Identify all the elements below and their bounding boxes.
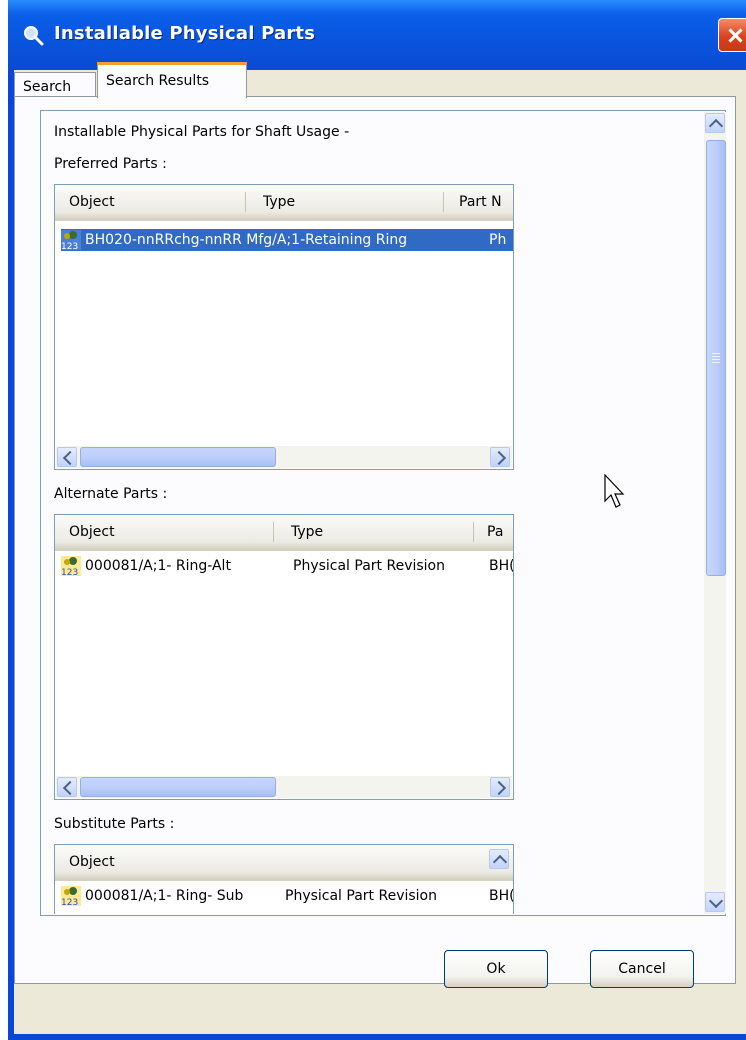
- object-cell: 000081/A;1- Ring-Alt: [85, 558, 231, 574]
- substitute-parts-table: Object 123 000081/A;1- Ring- Sub Physica…: [54, 844, 514, 914]
- horizontal-scrollbar[interactable]: [56, 776, 512, 798]
- table-row[interactable]: 123 000081/A;1- Ring-Alt Physical Part R…: [61, 555, 513, 577]
- type-cell: Physical Part Revision: [293, 558, 445, 574]
- tab-search[interactable]: Search: [14, 72, 96, 99]
- part-number-cell: BH(: [489, 558, 514, 574]
- alternate-parts-table: Object Type Pa 123 000081/A;1- Ring-Alt …: [54, 514, 514, 800]
- preferred-parts-table: Object Type Part N 123 BH020-nnRRchg-nnR…: [54, 184, 514, 470]
- object-cell: BH020-nnRRchg-nnRR Mfg/A;1-Retaining Rin…: [85, 232, 408, 248]
- scroll-down-button[interactable]: [705, 892, 725, 912]
- preferred-parts-label: Preferred Parts :: [54, 156, 167, 172]
- column-type[interactable]: Type: [291, 524, 323, 540]
- type-cell: Physical Part Revision: [285, 888, 437, 904]
- horizontal-scrollbar[interactable]: [56, 446, 512, 468]
- table-row[interactable]: 123 000081/A;1- Ring- Sub Physical Part …: [61, 885, 513, 907]
- cancel-button[interactable]: Cancel: [590, 950, 694, 988]
- scroll-up-button[interactable]: [489, 849, 509, 869]
- table-row[interactable]: 123 BH020-nnRRchg-nnRR Mfg/A;1-Retaining…: [61, 229, 513, 251]
- object-cell: 000081/A;1- Ring- Sub: [85, 888, 244, 904]
- horizontal-scroll-thumb[interactable]: [80, 447, 276, 467]
- scroll-up-button[interactable]: [705, 113, 725, 133]
- mouse-cursor-icon: [604, 474, 625, 508]
- column-object[interactable]: Object: [69, 854, 115, 870]
- scroll-left-button[interactable]: [57, 447, 77, 467]
- scroll-left-button[interactable]: [57, 777, 77, 797]
- alternate-parts-label: Alternate Parts :: [54, 486, 168, 502]
- svg-text:123: 123: [61, 898, 78, 906]
- title-bar[interactable]: Installable Physical Parts: [8, 0, 746, 70]
- table-header: Object Type Pa: [55, 515, 513, 551]
- ok-button[interactable]: Ok: [444, 950, 548, 988]
- column-object[interactable]: Object: [69, 194, 115, 210]
- tab-search-results[interactable]: Search Results: [97, 62, 247, 98]
- column-object[interactable]: Object: [69, 524, 115, 540]
- close-icon[interactable]: [718, 18, 746, 52]
- results-heading: Installable Physical Parts for Shaft Usa…: [54, 124, 350, 140]
- window-title: Installable Physical Parts: [54, 23, 316, 44]
- scroll-right-button[interactable]: [490, 447, 510, 467]
- svg-text:123: 123: [61, 568, 78, 576]
- part-number-cell: Ph: [489, 232, 507, 248]
- substitute-parts-label: Substitute Parts :: [54, 816, 175, 832]
- column-part-number[interactable]: Part N: [459, 194, 502, 210]
- table-header: Object: [55, 845, 513, 881]
- horizontal-scroll-thumb[interactable]: [80, 777, 276, 797]
- svg-text:123: 123: [61, 242, 78, 250]
- table-header: Object Type Part N: [55, 185, 513, 221]
- physical-part-icon: 123: [61, 556, 81, 576]
- column-type[interactable]: Type: [263, 194, 295, 210]
- physical-part-icon: 123: [61, 886, 81, 906]
- column-part-number[interactable]: Pa: [487, 524, 503, 540]
- vertical-scroll-thumb[interactable]: [706, 140, 726, 576]
- scroll-right-button[interactable]: [490, 777, 510, 797]
- part-number-cell: BH(: [489, 888, 514, 904]
- physical-part-icon: 123: [61, 230, 81, 250]
- magnifier-icon: [24, 26, 44, 46]
